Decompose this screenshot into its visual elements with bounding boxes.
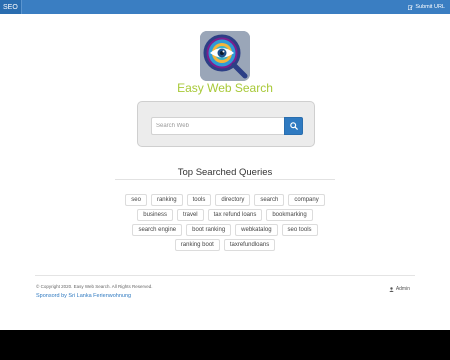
tag-row: search engine boot ranking webkatalog se… xyxy=(0,224,450,236)
query-tag[interactable]: ranking xyxy=(150,194,183,206)
submit-url-label: Submit URL xyxy=(415,4,445,10)
query-tag[interactable]: tools xyxy=(186,194,212,206)
admin-link[interactable]: Admin xyxy=(389,286,410,292)
search-panel xyxy=(137,101,315,147)
tag-row: business travel tax refund loans bookmar… xyxy=(0,209,450,221)
user-icon xyxy=(389,286,394,292)
query-tag[interactable]: seo tools xyxy=(281,224,318,236)
bottom-black-bar xyxy=(0,330,450,360)
query-tag[interactable]: taxrefundloans xyxy=(223,239,276,251)
query-tag[interactable]: company xyxy=(288,194,325,206)
submit-url-link[interactable]: Submit URL xyxy=(408,4,450,10)
site-logo[interactable] xyxy=(200,31,250,81)
top-queries-heading: Top Searched Queries xyxy=(177,167,273,178)
query-tag[interactable]: bookmarking xyxy=(266,209,313,221)
edit-icon xyxy=(408,5,414,10)
copyright-text: © Copyright 2020. Easy Web Search. All R… xyxy=(36,284,153,289)
footer-divider xyxy=(35,275,415,276)
query-tag[interactable]: tax refund loans xyxy=(207,209,263,221)
query-tag[interactable]: directory xyxy=(215,194,251,206)
tag-row: ranking boot taxrefundloans xyxy=(0,239,450,251)
site-title: Easy Web Search xyxy=(177,81,273,95)
eye-magnifier-logo xyxy=(200,31,250,81)
search-button[interactable] xyxy=(284,117,303,135)
tag-row: seo ranking tools directory search compa… xyxy=(0,194,450,206)
query-tag[interactable]: boot ranking xyxy=(186,224,232,236)
admin-label: Admin xyxy=(395,286,410,292)
query-tag[interactable]: ranking boot xyxy=(174,239,220,251)
top-navbar: SEO Submit URL xyxy=(0,0,450,14)
brand-link[interactable]: SEO xyxy=(0,0,22,14)
query-tag[interactable]: seo xyxy=(125,194,147,206)
search-input[interactable] xyxy=(151,117,284,135)
query-tag[interactable]: search xyxy=(254,194,285,206)
query-tag[interactable]: travel xyxy=(176,209,204,221)
query-tag[interactable]: webkatalog xyxy=(235,224,278,236)
divider xyxy=(115,179,335,180)
search-icon xyxy=(289,122,298,130)
sponsor-link[interactable]: Sponsord by Sri Lanka Ferienwohnung xyxy=(36,293,131,299)
query-tag[interactable]: search engine xyxy=(132,224,183,236)
query-tag[interactable]: business xyxy=(137,209,173,221)
